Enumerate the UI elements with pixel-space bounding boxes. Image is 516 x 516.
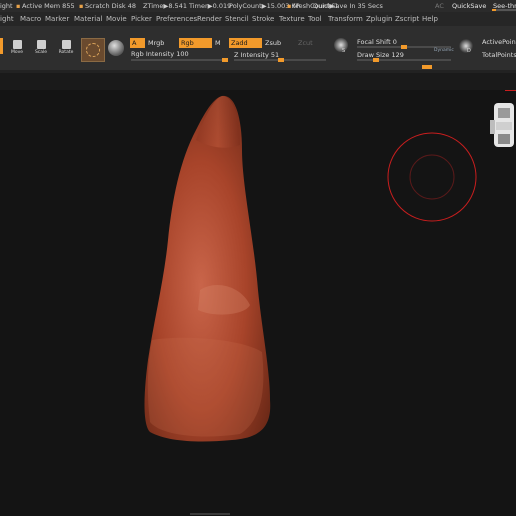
status-bar: ight ▪ Active Mem 855 ▪ Scratch Disk 48 … bbox=[0, 0, 516, 12]
menu-item-render[interactable]: Render bbox=[197, 12, 222, 26]
m-toggle[interactable]: M bbox=[213, 38, 225, 48]
rotate-icon bbox=[61, 40, 71, 49]
scale-icon bbox=[36, 40, 46, 49]
menu-item-tool[interactable]: Tool bbox=[308, 12, 322, 26]
navigation-cube-icon[interactable] bbox=[490, 103, 514, 147]
s-label: S bbox=[342, 48, 346, 54]
shelf-handle[interactable] bbox=[422, 65, 432, 69]
status-dot: ▪ bbox=[79, 2, 84, 10]
status-dot: ▪ bbox=[16, 2, 21, 10]
brush-thumbnail[interactable] bbox=[81, 38, 105, 62]
draw-mode-button[interactable] bbox=[0, 38, 3, 54]
active-points: ActivePoints bbox=[482, 38, 516, 46]
move-button[interactable]: Move bbox=[7, 38, 27, 60]
menu-item-stroke[interactable]: Stroke bbox=[252, 12, 274, 26]
shelf-area bbox=[0, 73, 516, 90]
menu-item-texture[interactable]: Texture bbox=[279, 12, 305, 26]
z-intensity-slider[interactable] bbox=[234, 58, 326, 62]
move-icon bbox=[12, 40, 22, 49]
tooth-crown-shade bbox=[147, 337, 264, 437]
status-dot: ▪ bbox=[287, 2, 292, 10]
draw-size-knob[interactable] bbox=[372, 58, 379, 62]
menu-item-preferences[interactable]: Preferences bbox=[156, 12, 197, 26]
viewport-canvas[interactable] bbox=[0, 90, 516, 516]
menu-item-transform[interactable]: Transform bbox=[328, 12, 363, 26]
menu-item-movie[interactable]: Movie bbox=[106, 12, 127, 26]
see-through-knob[interactable] bbox=[492, 9, 496, 11]
mrgb-toggle[interactable]: Mrgb bbox=[146, 38, 170, 48]
menu-item-stencil[interactable]: Stencil bbox=[225, 12, 249, 26]
draw-size-slider[interactable] bbox=[357, 58, 451, 62]
focal-shift-knob[interactable] bbox=[401, 45, 407, 49]
draw-size-value: 129 bbox=[391, 51, 404, 59]
move-label: Move bbox=[10, 50, 24, 55]
menu-item-picker[interactable]: Picker bbox=[131, 12, 152, 26]
rgb-intensity-slider[interactable] bbox=[131, 58, 228, 62]
ac-indicator: AC bbox=[435, 2, 444, 10]
menu-item-material[interactable]: Material bbox=[74, 12, 102, 26]
scale-button[interactable]: Scale bbox=[31, 38, 51, 60]
brush-inner-circle bbox=[409, 154, 455, 200]
active-mem: Active Mem 855 bbox=[22, 2, 75, 10]
focal-shift-label: Focal Shift 0 bbox=[357, 38, 397, 46]
menu-item-light[interactable]: ight bbox=[0, 12, 14, 26]
zadd-toggle[interactable]: Zadd bbox=[229, 38, 262, 48]
zsub-toggle[interactable]: Zsub bbox=[263, 38, 287, 48]
brush-outer-circle bbox=[387, 132, 477, 222]
draw-size-label: Draw Size 129 bbox=[357, 51, 404, 59]
menu-item-zplugin[interactable]: Zplugin bbox=[366, 12, 392, 26]
rotate-label: Rotate bbox=[58, 50, 74, 55]
quicksave-button[interactable]: QuickSave bbox=[452, 0, 486, 12]
menu-bar: ight Macro Marker Material Movie Picker … bbox=[0, 12, 516, 26]
quicksave-timer: QuickSave In 35 Secs bbox=[313, 2, 383, 10]
z-intensity-label: Z Intensity 51 bbox=[234, 51, 280, 59]
rgb-intensity-knob[interactable] bbox=[222, 58, 228, 62]
brush-cursor bbox=[387, 132, 477, 222]
focal-shift-icon[interactable] bbox=[334, 38, 348, 52]
total-points: TotalPoints bbox=[482, 51, 516, 59]
scratch-disk: Scratch Disk 48 bbox=[85, 2, 136, 10]
see-through-slider[interactable] bbox=[492, 9, 516, 11]
zcut-toggle[interactable]: Zcut bbox=[296, 38, 320, 48]
menu-item-marker[interactable]: Marker bbox=[45, 12, 69, 26]
dynamic-toggle[interactable]: Dynamic bbox=[434, 48, 454, 53]
menu-item-zscript[interactable]: Zscript bbox=[395, 12, 419, 26]
rotate-button[interactable]: Rotate bbox=[56, 38, 76, 60]
a-toggle[interactable]: A bbox=[130, 38, 145, 48]
menu-item-help[interactable]: Help bbox=[422, 12, 438, 26]
viewport-svg bbox=[144, 95, 514, 515]
rgb-intensity-label: Rgb Intensity 100 bbox=[131, 50, 189, 58]
scale-label: Scale bbox=[34, 50, 48, 55]
focal-shift-value: 0 bbox=[392, 38, 397, 46]
d-label: D bbox=[467, 48, 471, 54]
menu-item-macro[interactable]: Macro bbox=[20, 12, 41, 26]
brush-icon bbox=[86, 43, 100, 57]
status-fragment: ight bbox=[0, 2, 13, 10]
ztime-readout: ZTime▶8.541 Timer▶0.019 bbox=[143, 2, 232, 10]
material-sphere-icon[interactable] bbox=[108, 40, 124, 56]
z-intensity-knob[interactable] bbox=[277, 58, 284, 62]
rgb-toggle[interactable]: Rgb bbox=[179, 38, 212, 48]
